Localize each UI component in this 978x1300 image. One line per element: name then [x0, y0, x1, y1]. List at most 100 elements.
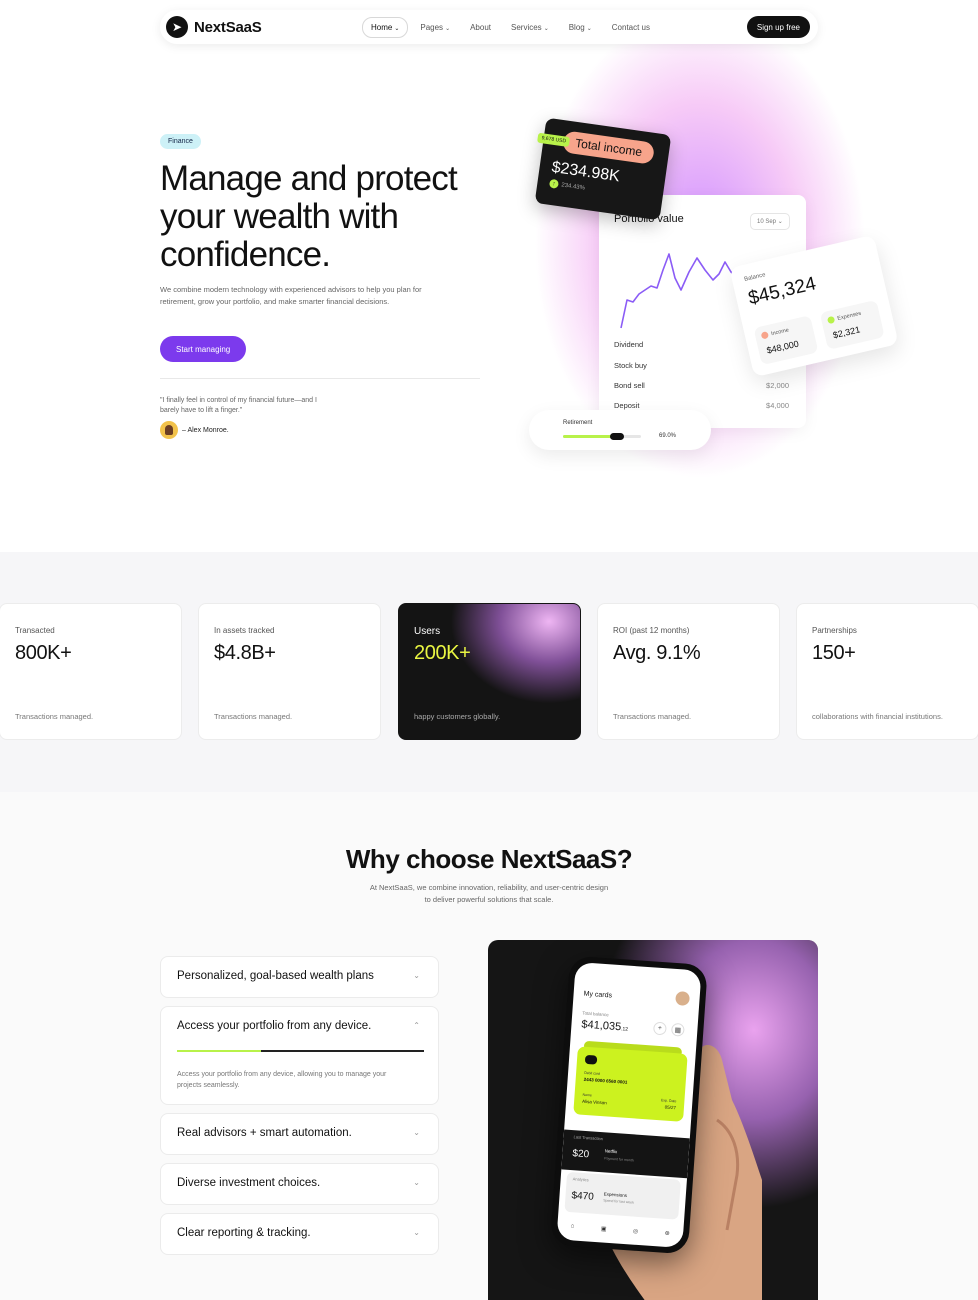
expenses-icon	[826, 315, 836, 325]
card-number: 2443 0000 6560 0001	[583, 1076, 628, 1085]
income-icon	[760, 331, 770, 340]
phone-showcase-image: My cards Total balance $41,035.12 + ▦ De…	[488, 940, 818, 1300]
date-select[interactable]: 10 Sep ⌄	[750, 213, 790, 230]
chevron-down-icon: ⌄	[413, 1128, 420, 1137]
category-badge: Finance	[160, 134, 201, 149]
accordion-question: Diverse investment choices.	[177, 1177, 321, 1189]
stat-label: ROI (past 12 months)	[613, 626, 690, 635]
nav-item-label: Pages	[420, 23, 444, 32]
accordion-answer: Access your portfolio from any device, a…	[177, 1071, 387, 1089]
hero-description: We combine modern technology with experi…	[160, 285, 422, 306]
nav-item-blog[interactable]: Blog ⌄	[561, 18, 600, 37]
accordion-question: Personalized, goal-based wealth plans	[177, 970, 374, 982]
card-exp-label: Exp. Date	[660, 1098, 677, 1104]
balance-whole: $41,035	[581, 1018, 622, 1034]
grid-icon: ▦	[670, 1022, 685, 1037]
stat-description: happy customers globally.	[414, 712, 501, 721]
progress-slider-handle[interactable]	[609, 433, 624, 440]
portfolio-row: Deposit $4,000	[614, 401, 789, 410]
card-holder-label: Name	[582, 1092, 593, 1098]
logo[interactable]: ➤ NextSaaS	[166, 16, 262, 38]
stat-card-highlight: Users 200K+ happy customers globally.	[398, 603, 581, 740]
nav-item-label: Home	[371, 23, 393, 32]
total-balance-label: Total balance	[582, 1010, 609, 1018]
tx-name: Netflix	[604, 1148, 618, 1155]
hero-title: Manage and protect your wealth with conf…	[160, 159, 458, 274]
sign-up-button[interactable]: Sign up free	[746, 16, 810, 38]
stat-card: In assets tracked $4.8B+ Transactions ma…	[198, 603, 381, 740]
chevron-down-icon: ⌄	[413, 1228, 420, 1237]
stat-label: Users	[414, 626, 441, 637]
accordion-item[interactable]: Diverse investment choices. ⌄	[160, 1163, 439, 1205]
nav-item-label: Services	[511, 23, 542, 32]
tx-desc: Payment for month	[604, 1156, 634, 1163]
home-icon: ⌂	[570, 1223, 575, 1230]
income-label: Income	[770, 326, 790, 337]
chevron-up-icon: ⌃	[413, 1021, 420, 1030]
nav-item-home[interactable]: Home ⌄	[362, 17, 409, 38]
analytics-desc: Spend for last week	[603, 1198, 635, 1205]
chevron-down-icon: ⌄	[413, 971, 420, 980]
nav-item-label: Contact us	[611, 23, 651, 32]
camera-icon: ◎	[632, 1228, 639, 1235]
analytics-label: Analytics	[572, 1176, 589, 1183]
retirement-label: Retirement	[563, 420, 593, 426]
accordion-item[interactable]: Real advisors + smart automation. ⌄	[160, 1113, 439, 1155]
stat-value: 800K+	[15, 642, 72, 664]
retirement-percent: 69.0%	[659, 433, 677, 439]
user-avatar	[675, 991, 691, 1006]
chevron-down-icon: ⌄	[445, 26, 451, 32]
income-change-value: 234.43%	[560, 181, 586, 192]
nav-item-pages[interactable]: Pages ⌄	[412, 18, 458, 37]
stat-value: Avg. 9.1%	[613, 642, 701, 664]
card-exp: 05/27	[664, 1104, 677, 1111]
accordion-question: Real advisors + smart automation.	[177, 1127, 352, 1139]
accordion-item-open[interactable]: Access your portfolio from any device. ⌃…	[160, 1006, 439, 1105]
expenses-label: Expenses	[836, 310, 862, 322]
stats-section: Transacted 800K+ Transactions managed. I…	[0, 552, 978, 792]
row-label: Dividend	[614, 340, 644, 349]
nav-item-services[interactable]: Services ⌄	[503, 18, 557, 37]
card-holder: Alisa Vinson	[581, 1098, 607, 1106]
retirement-card: Retirement 69.0%	[529, 410, 711, 450]
analytics-card: Analytics $470 Expensions Spend for last…	[564, 1171, 681, 1220]
hero-divider	[160, 378, 480, 379]
tx-label: Last Transaction	[573, 1134, 604, 1142]
nav-item-contact[interactable]: Contact us	[604, 18, 658, 37]
tx-value: $20	[572, 1148, 590, 1161]
stat-label: Partnerships	[812, 626, 857, 635]
total-income-card: Total income 9,678 USD $234.98K ↑ 234.43…	[534, 117, 672, 221]
accordion-item[interactable]: Clear reporting & tracking. ⌄	[160, 1213, 439, 1255]
total-balance-value: $41,035.12	[581, 1019, 628, 1034]
stat-description: Transactions managed.	[15, 712, 94, 721]
stat-card: Partnerships 150+ collaborations with fi…	[796, 603, 978, 740]
scan-icon: ▣	[600, 1225, 607, 1233]
stat-value: 200K+	[414, 642, 471, 664]
arrow-up-icon: ↑	[548, 178, 560, 189]
why-choose-section: Why choose NextSaaS? At NextSaaS, we com…	[0, 792, 978, 1300]
nav-item-label: About	[470, 23, 491, 32]
testimonial-quote: "I finally feel in control of my financi…	[160, 397, 317, 414]
stat-value: 150+	[812, 642, 856, 664]
stat-value: $4.8B+	[214, 642, 276, 664]
accordion-item[interactable]: Personalized, goal-based wealth plans ⌄	[160, 956, 439, 998]
row-amount: $4,000	[766, 401, 789, 410]
expenses-mini-card: Expenses $2,321	[819, 299, 885, 350]
hero-section: Finance Manage and protect your wealth w…	[0, 0, 978, 552]
nav-item-about[interactable]: About	[462, 18, 499, 37]
total-income-label: Total income	[561, 130, 656, 165]
chevron-down-icon: ⌄	[543, 26, 549, 32]
stat-label: Transacted	[15, 626, 55, 635]
my-cards-title: My cards	[583, 990, 613, 1000]
income-value: $48,000	[765, 338, 800, 356]
analytics-value: $470	[571, 1190, 595, 1203]
accordion-question: Clear reporting & tracking.	[177, 1227, 311, 1239]
start-managing-button[interactable]: Start managing	[160, 336, 247, 362]
chevron-down-icon: ⌄	[394, 26, 400, 32]
logo-icon: ➤	[166, 16, 188, 38]
balance-label: Balance	[743, 272, 767, 283]
section-title: Why choose NextSaaS?	[345, 844, 633, 874]
chevron-down-icon: ⌄	[586, 26, 592, 32]
date-value: 10 Sep	[757, 219, 777, 225]
row-label: Stock buy	[614, 361, 647, 370]
